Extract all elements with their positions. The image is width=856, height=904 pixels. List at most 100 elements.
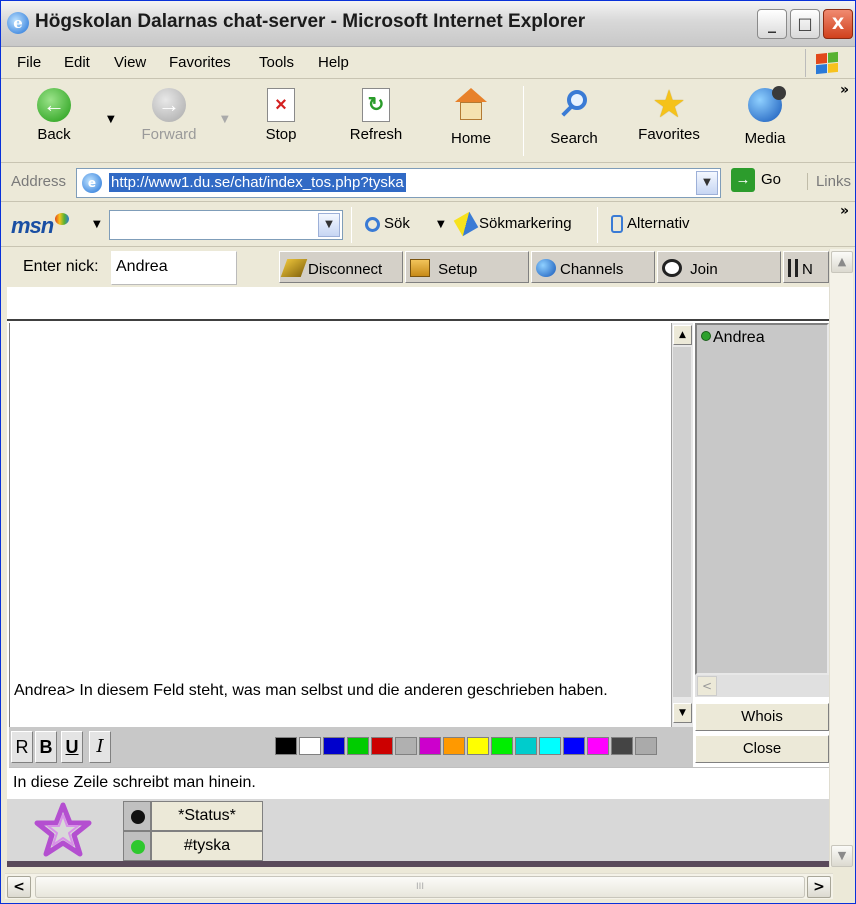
scroll-right-icon[interactable]: > <box>807 876 831 898</box>
join-button[interactable]: Join <box>657 251 781 283</box>
status-dot-icon <box>131 810 145 824</box>
back-dropdown-icon[interactable]: ▼ <box>107 114 115 125</box>
page-scroll-up-icon[interactable]: ▲ <box>831 251 853 273</box>
favorites-button[interactable]: ★ Favorites <box>629 86 709 143</box>
search-button[interactable]: Search <box>541 88 607 147</box>
color-swatch[interactable] <box>323 737 345 755</box>
stop-button[interactable]: × Stop <box>249 88 313 143</box>
msn-highlight-button[interactable]: Sökmarkering <box>453 211 572 237</box>
next-button[interactable]: N <box>783 251 829 283</box>
italic-button[interactable]: I <box>89 731 111 763</box>
user-list[interactable]: Andrea <box>695 323 829 675</box>
next-icon <box>788 259 798 277</box>
page-horizontal-scrollbar[interactable]: < III > <box>5 873 833 899</box>
menu-file[interactable]: File <box>17 54 41 71</box>
maximize-button[interactable]: □ <box>790 9 820 39</box>
msn-search-icon <box>365 216 380 232</box>
applet-bottom-border <box>7 861 829 867</box>
msn-options-button[interactable]: Alternativ <box>611 215 690 234</box>
color-swatch[interactable] <box>299 737 321 755</box>
channel-tabs-area: *Status* #tyska <box>7 799 829 861</box>
color-swatch[interactable] <box>371 737 393 755</box>
msn-sok-label: Sök <box>384 215 410 232</box>
chat-messages[interactable]: Andrea> In diesem Feld steht, was man se… <box>9 323 671 727</box>
setup-button[interactable]: Setup <box>405 251 529 283</box>
user-list-scroll-left-icon[interactable]: < <box>697 676 717 696</box>
msn-logo[interactable]: msn <box>11 213 70 239</box>
color-swatch[interactable] <box>491 737 513 755</box>
join-label: Join <box>690 261 718 278</box>
minimize-button[interactable]: _ <box>757 9 787 39</box>
message-input[interactable]: In diese Zeile schreibt man hinein. <box>9 767 829 799</box>
color-swatch[interactable] <box>467 737 489 755</box>
horizontal-scroll-thumb[interactable]: III <box>35 876 805 898</box>
underline-button[interactable]: U <box>61 731 83 763</box>
address-input[interactable]: e http://www1.du.se/chat/index_tos.php?t… <box>76 168 721 198</box>
whois-button[interactable]: Whois <box>695 703 829 731</box>
nick-input[interactable]: Andrea <box>111 251 237 285</box>
color-swatch[interactable] <box>563 737 585 755</box>
msn-sok-dropdown-icon[interactable]: ▼ <box>437 219 445 230</box>
forward-arrow-icon: → <box>152 88 186 122</box>
msn-separator-2 <box>597 207 598 243</box>
msn-search-input[interactable]: ▼ <box>109 210 343 240</box>
color-swatch[interactable] <box>587 737 609 755</box>
chat-scrollbar[interactable]: ▲ ▼ <box>671 323 693 727</box>
home-button[interactable]: Home <box>441 88 501 147</box>
color-swatch[interactable] <box>515 737 537 755</box>
regular-button[interactable]: R <box>11 731 33 763</box>
color-swatch[interactable] <box>611 737 633 755</box>
format-bar: R B U I <box>9 727 693 767</box>
color-swatch[interactable] <box>419 737 441 755</box>
close-channel-button[interactable]: Close <box>695 735 829 763</box>
refresh-button[interactable]: ↻ Refresh <box>339 88 413 143</box>
color-swatch[interactable] <box>275 737 297 755</box>
home-label: Home <box>450 130 491 147</box>
msn-search-dropdown-icon[interactable]: ▼ <box>318 213 340 237</box>
user-list-item[interactable]: Andrea <box>701 329 765 347</box>
forward-dropdown-icon[interactable]: ▼ <box>221 114 229 125</box>
menu-help[interactable]: Help <box>318 54 349 71</box>
page-scroll-down-icon[interactable]: ▼ <box>831 845 853 867</box>
channels-button[interactable]: Channels <box>531 251 655 283</box>
channels-label: Channels <box>560 261 624 278</box>
menu-edit[interactable]: Edit <box>64 54 90 71</box>
address-dropdown-icon[interactable]: ▼ <box>696 171 718 195</box>
msn-dropdown-icon[interactable]: ▼ <box>93 219 101 230</box>
chat-toolbar: Enter nick: Andrea Disconnect Setup Chan… <box>7 249 829 287</box>
highlighter-icon <box>453 211 479 237</box>
links-button[interactable]: Links <box>806 173 851 190</box>
scroll-left-icon[interactable]: < <box>7 876 31 898</box>
msn-sok-button[interactable]: Sök <box>365 215 410 232</box>
chat-scroll-up-icon[interactable]: ▲ <box>673 325 692 345</box>
chat-scroll-track[interactable] <box>673 347 691 697</box>
bold-button[interactable]: B <box>35 731 57 763</box>
disconnect-button[interactable]: Disconnect <box>279 251 403 283</box>
user-name: Andrea <box>713 329 765 346</box>
color-swatch[interactable] <box>635 737 657 755</box>
go-button[interactable]: → Go <box>731 168 781 192</box>
menu-view[interactable]: View <box>114 54 146 71</box>
back-button[interactable]: ← Back <box>21 88 87 143</box>
address-url[interactable]: http://www1.du.se/chat/index_tos.php?tys… <box>109 173 406 192</box>
color-swatch[interactable] <box>395 737 417 755</box>
stop-icon: × <box>267 88 295 122</box>
title-bar[interactable]: e Högskolan Dalarnas chat-server - Micro… <box>1 1 855 47</box>
address-label: Address <box>11 173 67 190</box>
color-swatch[interactable] <box>347 737 369 755</box>
color-swatch[interactable] <box>539 737 561 755</box>
media-button[interactable]: Media <box>735 86 795 147</box>
menu-favorites[interactable]: Favorites <box>169 54 231 71</box>
color-swatch[interactable] <box>443 737 465 755</box>
refresh-icon: ↻ <box>362 88 390 122</box>
msn-chevron-icon[interactable]: » <box>840 203 849 219</box>
menu-tools[interactable]: Tools <box>259 54 294 71</box>
setup-icon <box>410 259 430 277</box>
home-icon <box>454 88 488 122</box>
close-window-button[interactable]: X <box>823 9 853 39</box>
toolbar-chevron-icon[interactable]: » <box>840 82 849 98</box>
chat-scroll-down-icon[interactable]: ▼ <box>673 703 692 723</box>
page-vertical-scrollbar[interactable]: ▲ ▼ <box>829 249 853 867</box>
user-list-scrollbar[interactable]: < <box>695 675 829 697</box>
forward-button[interactable]: → Forward <box>131 88 207 143</box>
